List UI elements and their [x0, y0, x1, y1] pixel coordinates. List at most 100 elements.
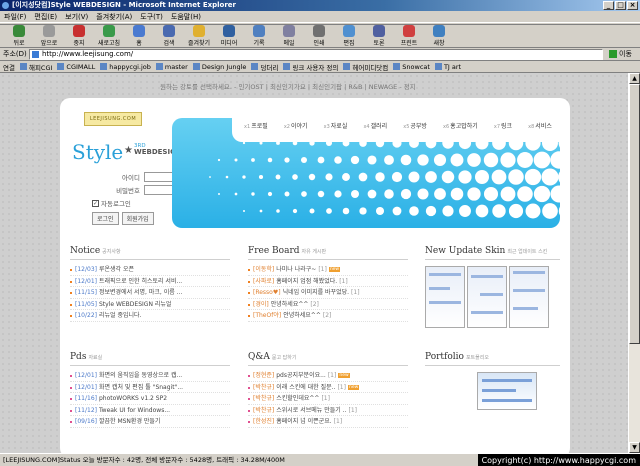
hero-dot [334, 156, 342, 164]
menu-tools[interactable]: 도구(T) [140, 11, 163, 22]
nav-item[interactable]: x6홍고맙하기 [443, 121, 478, 130]
vertical-scrollbar[interactable]: ▲ ▼ [628, 73, 640, 453]
list-item[interactable]: [11/16] photoWORKS v1.2 SP2 [70, 393, 230, 405]
toolbar-button-10[interactable]: 인쇄 [304, 25, 334, 47]
comment-count: [1] [327, 372, 337, 379]
address-input[interactable]: http://www.leejisung.com/ [29, 48, 603, 60]
link-item[interactable]: 링크 사용자 정의 [283, 62, 338, 72]
hero-dot [491, 169, 507, 185]
toolbar-button-7[interactable]: 미디어 [214, 25, 244, 47]
skin-thumbnails [425, 266, 560, 328]
go-button[interactable]: 이동 [609, 49, 632, 59]
toolbar-button-2[interactable]: 중지 [64, 25, 94, 47]
list-item[interactable]: [사파로] 홈페이지 업점 해봤었다. [1] [248, 276, 408, 287]
menu-edit[interactable]: 편집(E) [34, 11, 57, 22]
toolbar-button-13[interactable]: 프린트 [394, 25, 424, 47]
list-item[interactable]: [이동학] 나미나 나라구~ [1] new [248, 264, 408, 276]
toolbar-button-12[interactable]: 토론 [364, 25, 394, 47]
list-item[interactable]: [10/22] 리뉴얼 중입니다. [70, 310, 230, 322]
list-item[interactable]: [박찬규] 이래 스킨에 대한 질문.. [1] new [248, 382, 408, 393]
menu-favorites[interactable]: 즐겨찾기(A) [96, 11, 132, 22]
list-item[interactable]: [박찬규] 스위시로 서브메뉴 만들기 .. [1] [248, 405, 408, 416]
item-author: [이동학] [253, 266, 275, 273]
join-button[interactable]: 회원가입 [121, 212, 154, 225]
login-button[interactable]: 로그인 [92, 212, 119, 225]
menu-help[interactable]: 도움말(H) [171, 11, 201, 22]
menu-file[interactable]: 파일(F) [4, 11, 26, 22]
hero-dot [225, 175, 229, 179]
link-item[interactable]: TJ art [434, 63, 461, 71]
mail-icon [283, 25, 295, 37]
hero-dot [433, 153, 447, 167]
hero-dot [243, 210, 245, 212]
scroll-up-icon[interactable]: ▲ [629, 73, 640, 84]
minimize-button[interactable]: _ [603, 1, 614, 10]
portfolio-thumb[interactable] [477, 372, 537, 410]
list-item[interactable]: [11/05] Style WEBDESIGN 리뉴얼 [70, 299, 230, 310]
nav-label: 이야기 [290, 123, 308, 130]
hero-dot [267, 157, 273, 163]
media-icon [223, 25, 235, 37]
toolbar-button-5[interactable]: 검색 [154, 25, 184, 47]
back-arrow-icon [13, 25, 25, 37]
skin-thumb-1[interactable] [425, 266, 465, 328]
maximize-button[interactable]: □ [615, 1, 626, 10]
list-item[interactable]: [TheOf야] 안녕하세요^^ [2] [248, 310, 408, 322]
nav-item[interactable]: x4갤러리 [363, 121, 387, 130]
nav-item[interactable]: x3자료실 [324, 121, 348, 130]
list-item[interactable]: [경이] 안녕하세요^^ [2] [248, 299, 408, 310]
toolbar-button-6[interactable]: 즐겨찾기 [184, 25, 214, 47]
toolbar-button-0[interactable]: 뒤로 [4, 25, 34, 47]
nav-item[interactable]: x8서비스 [528, 121, 552, 130]
link-item[interactable]: master [155, 63, 188, 71]
scroll-thumb[interactable] [629, 84, 640, 344]
menu-view[interactable]: 보기(V) [65, 11, 88, 22]
list-item[interactable]: [박찬규] 스킨할인데요^^ [1] [248, 393, 408, 405]
close-button[interactable]: × [627, 1, 638, 10]
toolbar-button-3[interactable]: 새로고침 [94, 25, 124, 47]
skin-thumb-2[interactable] [467, 266, 507, 328]
scroll-down-icon[interactable]: ▼ [629, 442, 640, 453]
skin-thumb-3[interactable] [509, 266, 549, 328]
list-item[interactable]: [12/03] 루온생각 오픈 [70, 264, 230, 276]
auto-login-checkbox[interactable]: ✓ [92, 199, 99, 207]
toolbar-button-8[interactable]: 기록 [244, 25, 274, 47]
hero-dot [434, 188, 446, 200]
list-item[interactable]: [한성진] 홈페이지 넘 이쁜군요. [1] [248, 416, 408, 428]
toolbar-button-1[interactable]: 앞으로 [34, 25, 64, 47]
toolbar-button-4[interactable]: 홈 [124, 25, 154, 47]
list-item[interactable]: [11/15] 정보변경에서 서명, 마크, 이름 ... [70, 287, 230, 299]
favorites-icon [193, 25, 205, 37]
hero-dot [325, 173, 333, 181]
item-text: 홈페이지 업점 해봤었다. [276, 277, 338, 285]
site-logo[interactable]: LEEJISUNG.COM [84, 112, 142, 126]
list-item[interactable]: [11/12] Tweak UI for Windows... [70, 405, 230, 416]
item-text: 안녕하세요^^ [270, 300, 309, 308]
toolbar-button-14[interactable]: 새창 [424, 25, 454, 47]
toolbar-button-11[interactable]: 편집 [334, 25, 364, 47]
list-item[interactable]: [09/16] 깔끔한 MSN환경 만들기 [70, 416, 230, 428]
nav-item[interactable]: x5공부방 [403, 121, 427, 130]
hero-dot [517, 152, 533, 168]
toolbar-button-9[interactable]: 메일 [274, 25, 304, 47]
list-item[interactable]: [12/01] 화면 캡처 및 편집 툴 "Snagit"... [70, 382, 230, 393]
link-item[interactable]: 헤어미디닷컴 [343, 62, 388, 72]
music-nav[interactable]: 원하는 강토를 선택하세요. - 인기OST | 최신인기가요 | 최신인기팝 … [160, 81, 416, 91]
link-page-icon [57, 63, 65, 70]
brand-title: Style [72, 140, 124, 164]
link-item[interactable]: 덩더리 [251, 62, 278, 72]
link-item[interactable]: happycgi.job [100, 63, 151, 71]
list-item[interactable]: [Resso♥] 닉네임 이미지를 바꾸었당. [1] [248, 287, 408, 299]
link-item[interactable]: CGIMALL [57, 63, 95, 71]
list-item[interactable]: [정현준] pds공지부분이요... [1] new [248, 370, 408, 382]
list-item[interactable]: [12/01] 화면의 움직임을 동영상으로 캡... [70, 370, 230, 382]
link-item[interactable]: Design Jungle [192, 63, 246, 71]
hero-dot [384, 155, 394, 165]
list-item[interactable]: [12/01] 트래픽으로 인한 히스토리 서비... [70, 276, 230, 287]
link-item[interactable]: 해피CGI [19, 62, 52, 72]
nav-item[interactable]: x7링크 [494, 121, 512, 130]
nav-item[interactable]: x1프로필 [244, 121, 268, 130]
link-item[interactable]: Snowcat [393, 63, 430, 71]
nav-item[interactable]: x2이야기 [284, 121, 308, 130]
nav-label: 홍고맙하기 [450, 123, 478, 130]
